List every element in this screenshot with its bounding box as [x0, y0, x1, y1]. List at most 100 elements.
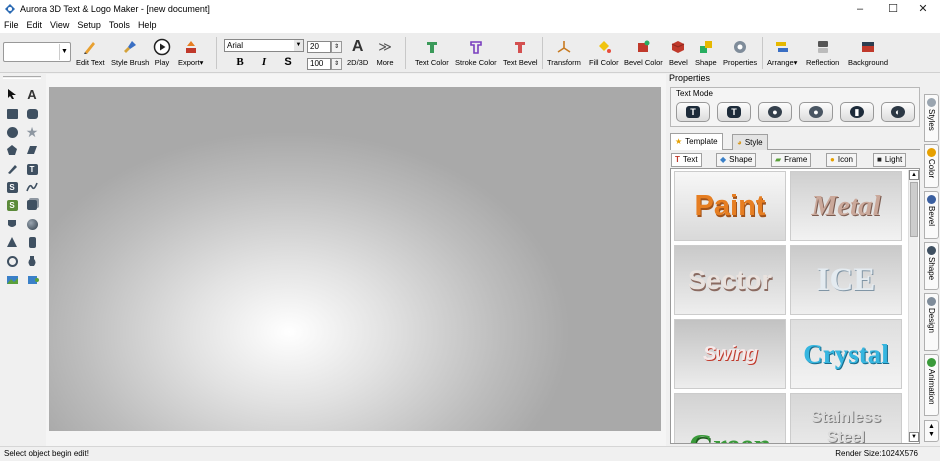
vase-icon[interactable]: [25, 254, 39, 268]
rounded-rectangle-icon[interactable]: [25, 107, 39, 121]
tab-template[interactable]: ★ Template: [670, 133, 723, 150]
curve-icon[interactable]: [25, 180, 39, 194]
text-t-icon: T: [675, 155, 680, 164]
stroke-color-icon: [467, 38, 485, 56]
play-button[interactable]: Play: [153, 38, 171, 70]
menu-setup[interactable]: Setup: [77, 20, 101, 30]
bevel-color-button[interactable]: Bevel Color: [624, 38, 663, 70]
gallery-scrollbar[interactable]: ▲ ▼: [908, 170, 919, 442]
template-ice[interactable]: ICE: [790, 245, 902, 315]
template-sector[interactable]: Sector: [674, 245, 786, 315]
text-tool-icon[interactable]: A: [25, 87, 39, 102]
font-name-combo[interactable]: Arial ▼: [224, 39, 304, 52]
menu-edit[interactable]: Edit: [27, 20, 43, 30]
object-select-combo[interactable]: ▼: [3, 42, 71, 62]
arrange-button[interactable]: Arrange▾: [767, 38, 797, 70]
depth-input[interactable]: 100: [307, 58, 331, 70]
design-canvas[interactable]: [49, 87, 661, 431]
pentagon-icon[interactable]: [5, 143, 19, 157]
text-color-button[interactable]: Text Color: [415, 38, 449, 70]
bevel-color-icon: [634, 38, 652, 56]
style-brush-button[interactable]: Style Brush: [111, 38, 149, 70]
bevel-button[interactable]: Bevel: [669, 38, 688, 70]
side-tab-scroll[interactable]: ▲ ▼: [924, 420, 939, 442]
subtab-icon[interactable]: ● Icon: [826, 153, 857, 167]
template-paint[interactable]: Paint: [674, 171, 786, 241]
template-swing[interactable]: Swing: [674, 319, 786, 389]
status-message: Select object begin edit!: [4, 449, 89, 458]
text-mode-flat-button[interactable]: T: [676, 102, 710, 122]
ring-icon[interactable]: [5, 254, 19, 268]
cone-icon[interactable]: [5, 235, 19, 249]
sphere-icon[interactable]: [25, 217, 39, 231]
text-box-icon[interactable]: T: [25, 162, 39, 176]
puzzle-icon[interactable]: [25, 273, 39, 287]
more-button[interactable]: ≫ More: [376, 38, 394, 70]
cylinder-icon[interactable]: [25, 235, 39, 249]
reflection-icon: [814, 38, 832, 56]
select-arrow-icon[interactable]: [5, 87, 19, 101]
minimize-button[interactable]: –: [845, 0, 875, 17]
transform-button[interactable]: Transform: [547, 38, 581, 70]
strike-button[interactable]: S: [277, 55, 299, 69]
side-tab-color[interactable]: Color: [924, 144, 939, 188]
subtab-frame[interactable]: ▰ Frame: [771, 153, 812, 167]
text-bevel-button[interactable]: Text Bevel: [503, 38, 538, 70]
2d3d-button[interactable]: A 2D/3D: [347, 38, 368, 70]
menu-help[interactable]: Help: [138, 20, 157, 30]
scroll-thumb[interactable]: [910, 182, 918, 237]
bold-button[interactable]: B: [229, 55, 251, 69]
menu-file[interactable]: File: [4, 20, 19, 30]
side-tab-styles[interactable]: Styles: [924, 94, 939, 142]
export-label: Export▾: [178, 58, 204, 67]
text-mode-bevel-button[interactable]: T: [717, 102, 751, 122]
font-size-input[interactable]: 20: [307, 41, 331, 53]
font-size-spinner[interactable]: ⇕: [331, 41, 342, 53]
template-crystal[interactable]: Crystal: [790, 319, 902, 389]
text-mode-curl-button[interactable]: ◐: [881, 102, 915, 122]
text-mode-round-button[interactable]: ●: [758, 102, 792, 122]
subtab-light[interactable]: ■ Light: [873, 153, 907, 167]
text-mode-inset-button[interactable]: ▮: [840, 102, 874, 122]
shape-button[interactable]: Shape: [695, 38, 717, 70]
parallelogram-icon[interactable]: [25, 143, 39, 157]
maximize-button[interactable]: ☐: [878, 0, 908, 17]
circle-icon[interactable]: [5, 125, 19, 139]
template-green[interactable]: Green: [674, 393, 786, 443]
text-mode-label: Text Mode: [676, 89, 713, 98]
background-button[interactable]: Background: [848, 38, 888, 70]
shapes-icon: [697, 38, 715, 56]
side-tab-animation[interactable]: Animation: [924, 354, 939, 416]
close-button[interactable]: ✕: [908, 0, 938, 17]
badge-s-icon[interactable]: S: [5, 198, 19, 212]
template-metal[interactable]: Metal: [790, 171, 902, 241]
scroll-up-icon[interactable]: ▲: [909, 170, 919, 180]
pen-icon[interactable]: [5, 162, 19, 176]
text-mode-dome-button[interactable]: ●: [799, 102, 833, 122]
scroll-down-icon[interactable]: ▼: [909, 432, 919, 442]
side-tab-shape[interactable]: Shape: [924, 242, 939, 290]
export-button[interactable]: Export▾: [178, 38, 203, 70]
depth-spinner[interactable]: ⇕: [331, 58, 342, 70]
star-icon[interactable]: ★: [25, 124, 39, 140]
cube-icon: [669, 38, 687, 56]
cube-tool-icon[interactable]: [25, 198, 39, 212]
menu-view[interactable]: View: [50, 20, 69, 30]
subtab-shape[interactable]: ◆ Shape: [716, 153, 757, 167]
tab-style[interactable]: ◕ Style: [732, 134, 768, 150]
stroke-color-button[interactable]: Stroke Color: [455, 38, 497, 70]
template-stainless-steel[interactable]: Stainless Steel: [790, 393, 902, 443]
edit-text-button[interactable]: Edit Text: [76, 38, 105, 70]
italic-button[interactable]: I: [253, 55, 275, 69]
shield-icon[interactable]: [5, 217, 19, 231]
menu-tools[interactable]: Tools: [109, 20, 130, 30]
reflection-button[interactable]: Reflection: [806, 38, 839, 70]
side-tab-bevel[interactable]: Bevel: [924, 191, 939, 239]
side-tab-design[interactable]: Design: [924, 293, 939, 351]
image-icon[interactable]: [5, 273, 19, 287]
rectangle-icon[interactable]: [5, 107, 19, 121]
properties-button[interactable]: Properties: [723, 38, 757, 70]
symbol-s-icon[interactable]: S: [5, 180, 19, 194]
subtab-text[interactable]: T Text: [671, 153, 702, 167]
fill-color-button[interactable]: Fill Color: [589, 38, 619, 70]
